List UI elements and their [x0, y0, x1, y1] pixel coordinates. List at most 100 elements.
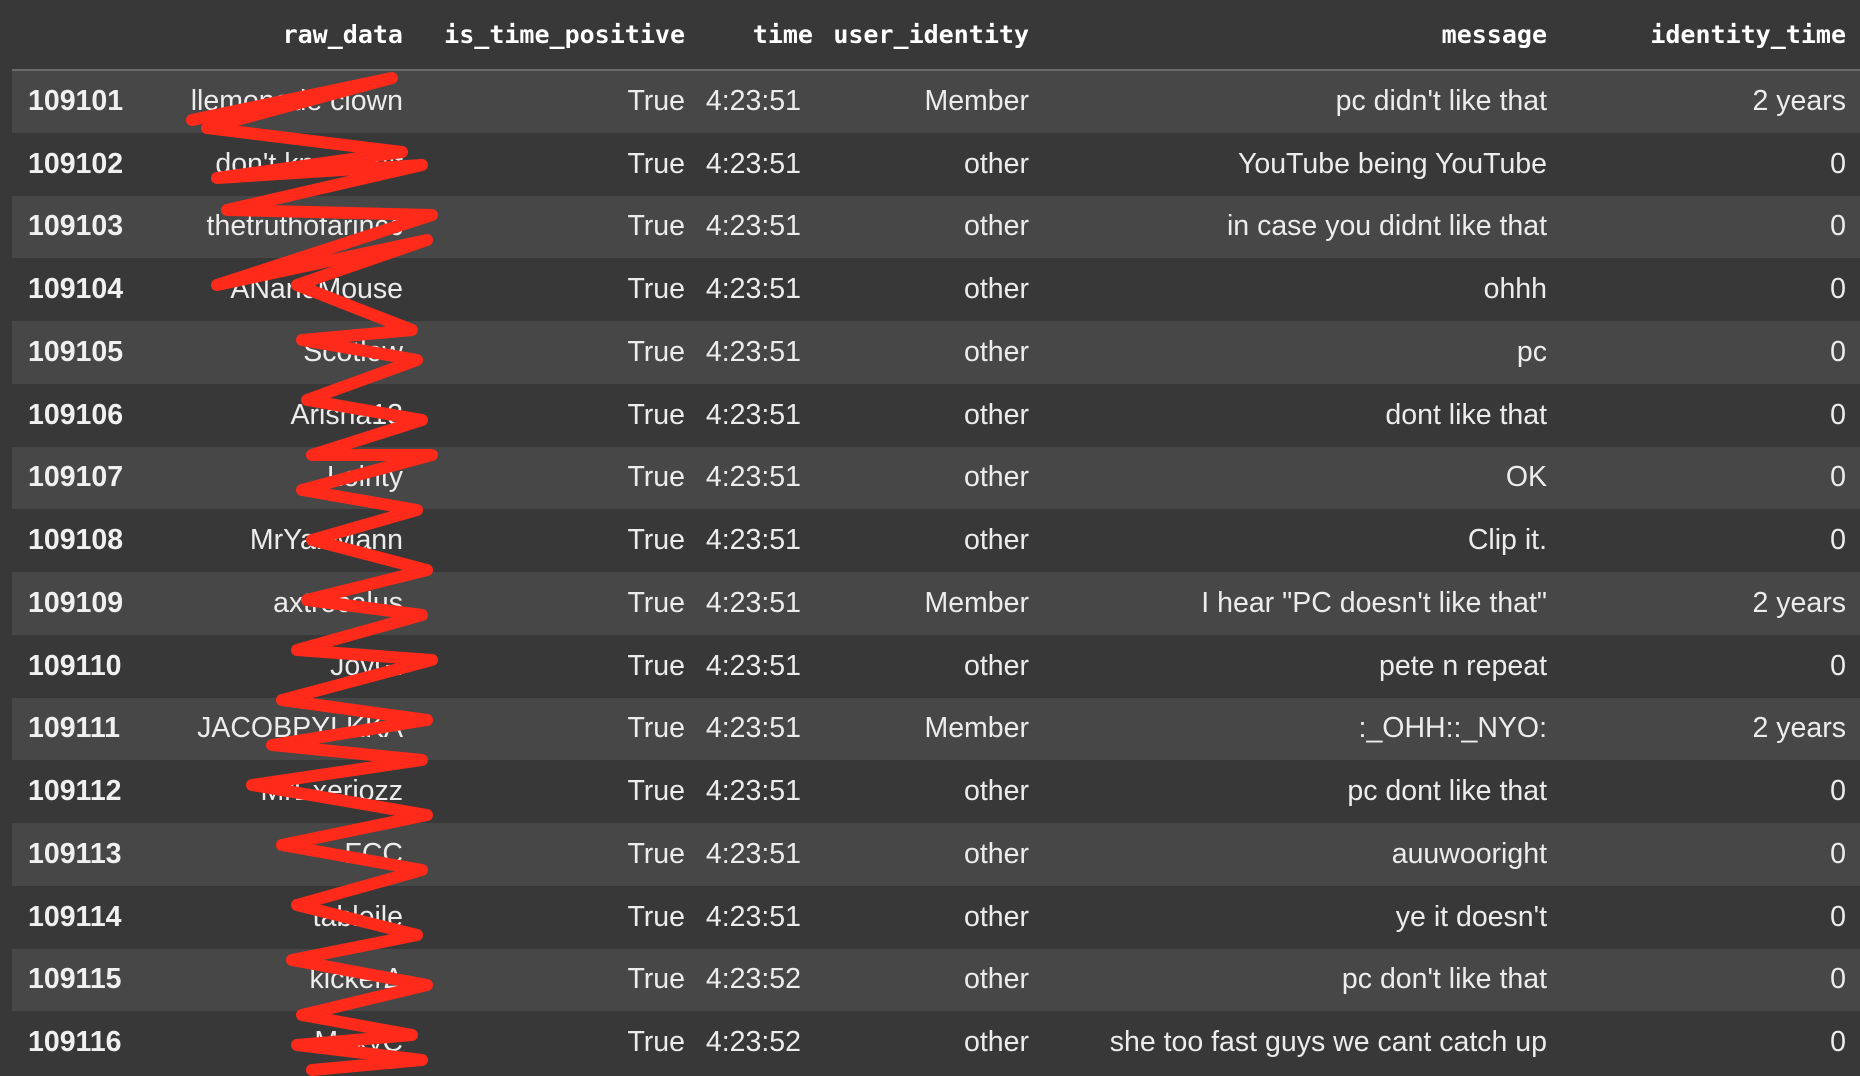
cell-identity-time: 2 years — [1561, 697, 1860, 761]
cell-time: 4:23:51 — [699, 321, 827, 384]
cell-identity-time: 0 — [1561, 634, 1860, 698]
table-row: 109115 kickerΔ True 4:23:52 other pc don't li… — [12, 948, 1860, 1012]
cell-identity-time: 0 — [1561, 132, 1860, 196]
cell-user-identity: other — [827, 383, 1043, 447]
cell-time: 4:23:51 — [699, 885, 827, 949]
table-row: 109112 MrExeriozz True 4:23:51 other pc dont … — [12, 760, 1860, 823]
cell-identity-time: 0 — [1561, 509, 1860, 572]
cell-time: 4:23:51 — [699, 509, 827, 572]
dataframe-view: raw_data is_time_positive time user_iden… — [12, 0, 1860, 1076]
cell-raw-data: axtrocalus — [152, 572, 417, 635]
cell-is-time-positive: True — [417, 70, 699, 133]
cell-index: 109108 — [12, 509, 152, 572]
table-row: 109103 thetruthofarincc True 4:23:51 other in… — [12, 195, 1860, 259]
cell-message: ye it doesn't — [1043, 885, 1561, 949]
cell-is-time-positive: True — [417, 572, 699, 635]
cell-index: 109107 — [12, 446, 152, 510]
cell-index: 109109 — [12, 572, 152, 635]
cell-is-time-positive: True — [417, 509, 699, 572]
cell-raw-data: llemonade clown — [152, 70, 417, 133]
cell-time: 4:23:51 — [699, 446, 827, 510]
cell-identity-time: 0 — [1561, 195, 1860, 259]
cell-time: 4:23:52 — [699, 948, 827, 1012]
cell-identity-time: 0 — [1561, 948, 1860, 1012]
cell-raw-data: thetruthofarincc — [152, 195, 417, 259]
table-row: 109113 FCC True 4:23:51 other auuwooright 0 — [12, 823, 1860, 886]
table-header: raw_data is_time_positive time user_iden… — [12, 0, 1860, 71]
cell-raw-data: FCC — [152, 823, 417, 886]
cell-identity-time: 0 — [1561, 446, 1860, 510]
table-row: 109114 tableile True 4:23:51 other ye it does… — [12, 885, 1860, 949]
cell-raw-data: don't know shit — [152, 132, 417, 196]
cell-time: 4:23:51 — [699, 70, 827, 133]
cell-is-time-positive: True — [417, 321, 699, 384]
cell-index: 109115 — [12, 948, 152, 1012]
cell-time: 4:23:51 — [699, 760, 827, 823]
header-index — [12, 0, 152, 71]
header-user-identity: user_identity — [827, 0, 1043, 71]
cell-identity-time: 2 years — [1561, 572, 1860, 635]
table-row: 109116 MaxyC True 4:23:52 other she too fast … — [12, 1011, 1860, 1074]
cell-identity-time: 2 years — [1561, 70, 1860, 133]
cell-raw-data: MrExeriozz — [152, 760, 417, 823]
cell-is-time-positive: True — [417, 1011, 699, 1074]
cell-raw-data: JACOBPYLKKA — [152, 697, 417, 761]
cell-time: 4:23:51 — [699, 258, 827, 321]
cell-message: OK — [1043, 446, 1561, 510]
cell-identity-time: 0 — [1561, 321, 1860, 384]
table-row: 109109 axtrocalus True 4:23:51 Member I hear … — [12, 572, 1860, 635]
cell-message: in case you didnt like that — [1043, 195, 1561, 259]
cell-is-time-positive: True — [417, 383, 699, 447]
cell-user-identity: Member — [827, 572, 1043, 635]
table-body: 109101 llemonade clown True 4:23:51 Member pc… — [12, 70, 1860, 1074]
cell-user-identity: other — [827, 258, 1043, 321]
cell-user-identity: other — [827, 195, 1043, 259]
table-row: 109104 ANanoMouse True 4:23:51 other ohhh 0 — [12, 258, 1860, 321]
cell-user-identity: other — [827, 1011, 1043, 1074]
cell-identity-time: 0 — [1561, 383, 1860, 447]
cell-index: 109112 — [12, 760, 152, 823]
cell-user-identity: Member — [827, 697, 1043, 761]
table-row: 109106 Arisha13 True 4:23:51 other dont like … — [12, 383, 1860, 447]
cell-message: pc don't like that — [1043, 948, 1561, 1012]
cell-message: YouTube being YouTube — [1043, 132, 1561, 196]
cell-raw-data: kickerΔ — [152, 948, 417, 1012]
cell-raw-data: tableile — [152, 885, 417, 949]
header-message: message — [1043, 0, 1561, 71]
header-raw-data: raw_data — [152, 0, 417, 71]
cell-index: 109102 — [12, 132, 152, 196]
cell-index: 109114 — [12, 885, 152, 949]
table-row: 109108 MrYanMann True 4:23:51 other Clip it. 0 — [12, 509, 1860, 572]
cell-is-time-positive: True — [417, 760, 699, 823]
cell-raw-data: Scotlow — [152, 321, 417, 384]
cell-index: 109105 — [12, 321, 152, 384]
cell-raw-data: ANanoMouse — [152, 258, 417, 321]
table-row: 109105 Scotlow True 4:23:51 other pc 0 — [12, 321, 1860, 384]
cell-message: she too fast guys we cant catch up — [1043, 1011, 1561, 1074]
cell-identity-time: 0 — [1561, 1011, 1860, 1074]
cell-message: I hear "PC doesn't like that" — [1043, 572, 1561, 635]
cell-raw-data: Lolrity — [152, 446, 417, 510]
cell-is-time-positive: True — [417, 446, 699, 510]
cell-message: pc dont like that — [1043, 760, 1561, 823]
cell-is-time-positive: True — [417, 697, 699, 761]
cell-user-identity: other — [827, 509, 1043, 572]
cell-user-identity: other — [827, 760, 1043, 823]
dataframe-table: raw_data is_time_positive time user_iden… — [12, 0, 1860, 1074]
cell-is-time-positive: True — [417, 634, 699, 698]
cell-time: 4:23:51 — [699, 572, 827, 635]
cell-raw-data: Arisha13 — [152, 383, 417, 447]
cell-message: :_OHH::_NYO: — [1043, 697, 1561, 761]
header-identity-time: identity_time — [1561, 0, 1860, 71]
cell-is-time-positive: True — [417, 132, 699, 196]
cell-time: 4:23:51 — [699, 195, 827, 259]
cell-user-identity: other — [827, 634, 1043, 698]
cell-message: Clip it. — [1043, 509, 1561, 572]
cell-user-identity: other — [827, 885, 1043, 949]
cell-is-time-positive: True — [417, 823, 699, 886]
cell-user-identity: Member — [827, 70, 1043, 133]
cell-user-identity: other — [827, 823, 1043, 886]
table-row: 109110 JoyGi True 4:23:51 other pete n repeat… — [12, 634, 1860, 698]
header-time: time — [699, 0, 827, 71]
cell-time: 4:23:51 — [699, 383, 827, 447]
